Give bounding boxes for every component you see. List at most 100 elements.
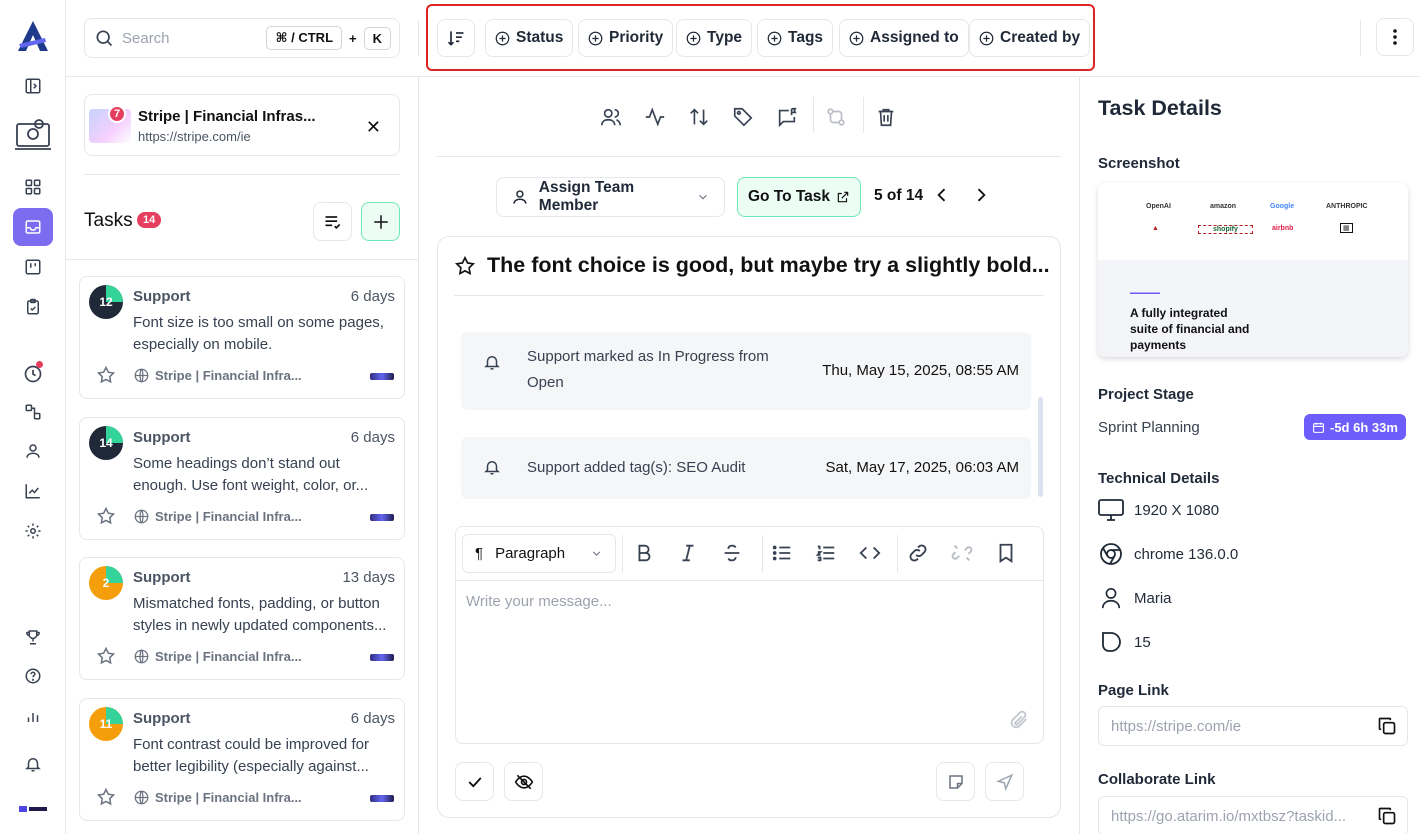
divider: [66, 259, 418, 260]
logo-amazon: amazon: [1210, 203, 1237, 210]
copy-icon[interactable]: [1377, 806, 1397, 826]
assign-team-member-dropdown[interactable]: Assign Team Member: [496, 177, 725, 217]
workflow-icon[interactable]: [13, 393, 53, 431]
globe-icon: [134, 509, 149, 524]
hide-task-button[interactable]: [504, 762, 543, 801]
internal-note-button[interactable]: [936, 762, 975, 801]
comment-flag-icon[interactable]: [776, 106, 800, 130]
next-task-button[interactable]: [971, 185, 991, 205]
send-button[interactable]: [985, 762, 1024, 801]
clipboard-icon[interactable]: [13, 288, 53, 326]
activity-icon[interactable]: [644, 106, 668, 130]
link-icon[interactable]: [907, 542, 931, 566]
plus-circle-icon: [849, 31, 864, 45]
filter-type-button[interactable]: Type: [676, 19, 753, 57]
filter-assigned-button[interactable]: Assigned to: [839, 19, 969, 57]
sort-button[interactable]: [437, 19, 475, 57]
delete-icon[interactable]: [875, 106, 899, 130]
assignees-icon[interactable]: [600, 106, 624, 130]
star-icon[interactable]: [96, 506, 116, 526]
collaborate-link-field[interactable]: https://go.atarim.io/mxtbsz?taskid...: [1098, 796, 1408, 834]
logo-box: ▦: [1340, 223, 1353, 233]
bell-icon[interactable]: [13, 745, 53, 783]
star-icon[interactable]: [96, 787, 116, 807]
kebab-icon: [1393, 29, 1397, 45]
bold-icon[interactable]: [633, 542, 657, 566]
page-link-label: Page Link: [1098, 682, 1169, 699]
filter-label: Status: [516, 29, 564, 46]
chrome-icon: [1098, 541, 1124, 567]
task-card[interactable]: 14 Support 6 days Some headings don’t stand…: [79, 417, 405, 540]
task-card[interactable]: 12 Support 6 days Font size is too small on…: [79, 276, 405, 399]
format-label: Paragraph: [495, 545, 566, 562]
due-countdown-badge[interactable]: -5d 6h 33m: [1304, 414, 1406, 440]
tag-icon[interactable]: [732, 106, 756, 130]
sort-icon: [447, 31, 464, 46]
task-number: 2: [102, 576, 110, 590]
page-link-field[interactable]: https://stripe.com/ie: [1098, 706, 1408, 746]
inbox-icon[interactable]: [13, 208, 53, 246]
task-card[interactable]: 11 Support 6 days Font contrast could be im…: [79, 698, 405, 821]
divider: [418, 20, 419, 56]
italic-icon[interactable]: [677, 542, 701, 566]
filter-tags-button[interactable]: Tags: [757, 19, 834, 57]
attachment-icon[interactable]: [1007, 709, 1029, 731]
complete-task-button[interactable]: [455, 762, 494, 801]
page-link-value: https://stripe.com/ie: [1111, 717, 1242, 735]
collapse-sidebar-icon[interactable]: [13, 67, 53, 105]
paragraph-format-dropdown[interactable]: ¶ Paragraph: [462, 534, 616, 573]
clock-icon[interactable]: [13, 355, 53, 393]
project-card[interactable]: 7 Stripe | Financial Infras... https://s…: [84, 94, 400, 156]
technical-details-label: Technical Details: [1098, 470, 1220, 487]
code-icon[interactable]: [859, 542, 883, 566]
bell-icon: [483, 353, 501, 371]
filter-created-by-button[interactable]: Created by: [969, 19, 1091, 57]
settings-icon[interactable]: [13, 512, 53, 550]
trophy-icon[interactable]: [13, 618, 53, 656]
project-url: https://stripe.com/ie: [138, 129, 251, 144]
add-task-button[interactable]: [361, 202, 400, 241]
analytics-icon[interactable]: [13, 472, 53, 510]
go-to-task-button[interactable]: Go To Task: [737, 177, 861, 217]
filter-label: Type: [707, 29, 743, 46]
board-icon[interactable]: [13, 248, 53, 286]
left-rail: [0, 0, 66, 834]
atarim-logo[interactable]: [13, 16, 53, 56]
filter-priority-button[interactable]: Priority: [578, 19, 674, 57]
thread-scrollbar[interactable]: [1038, 397, 1043, 497]
close-project-button[interactable]: ✕: [366, 117, 381, 138]
task-description: Font size is too small on some pages, es…: [133, 314, 384, 353]
bullet-list-icon[interactable]: [771, 542, 795, 566]
plus-icon: [373, 214, 388, 229]
star-icon[interactable]: [96, 646, 116, 666]
screenshot-preview[interactable]: OpenAI amazon Google ANTHROPIC ▲ shopify…: [1098, 183, 1408, 357]
strikethrough-icon[interactable]: [721, 542, 745, 566]
reports-icon[interactable]: [13, 697, 53, 735]
copy-icon[interactable]: [1377, 716, 1397, 736]
chevron-right-icon: [977, 188, 986, 202]
task-age: 6 days: [350, 429, 395, 446]
agency-logo[interactable]: [13, 790, 53, 828]
filter-status-button[interactable]: Status: [485, 19, 574, 57]
globe-icon: [134, 790, 149, 805]
message-input[interactable]: Write your message...: [466, 593, 612, 610]
bookmark-icon[interactable]: [995, 542, 1019, 566]
user-icon[interactable]: [13, 432, 53, 470]
numbered-list-icon[interactable]: [815, 542, 839, 566]
task-sort-button[interactable]: [313, 202, 352, 241]
merge-icon[interactable]: [825, 106, 849, 130]
computer-settings-icon[interactable]: [13, 114, 53, 154]
help-icon[interactable]: [13, 657, 53, 695]
priority-arrows-icon[interactable]: [688, 106, 712, 130]
unlink-icon[interactable]: [951, 542, 975, 566]
star-icon[interactable]: [454, 255, 476, 277]
task-card[interactable]: 2 Support 13 days Mismatched fonts, padding…: [79, 557, 405, 680]
search-box[interactable]: Search ⌘ / CTRL + K: [84, 18, 400, 58]
search-input[interactable]: Search: [122, 30, 266, 47]
prev-task-button[interactable]: [932, 185, 952, 205]
dashboard-icon[interactable]: [13, 168, 53, 206]
more-options-button[interactable]: [1376, 18, 1414, 56]
star-icon[interactable]: [96, 365, 116, 385]
logo-openai: OpenAI: [1146, 203, 1171, 210]
divider: [863, 97, 864, 133]
